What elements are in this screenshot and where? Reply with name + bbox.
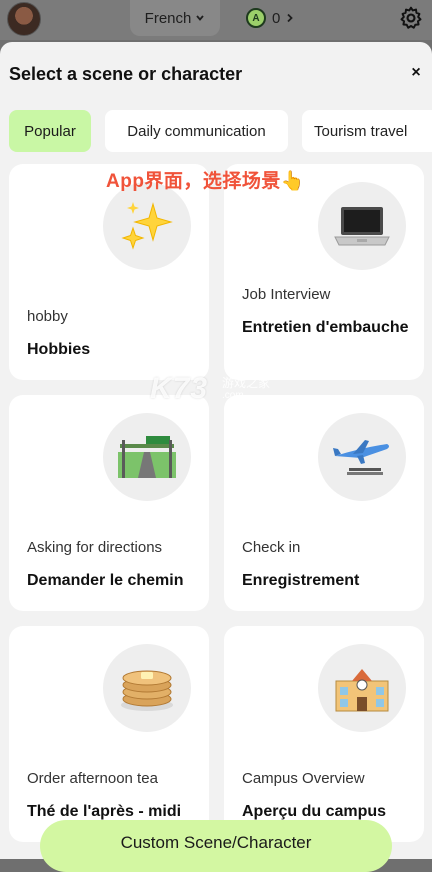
watermark-url: .com [222,390,244,401]
scene-card-job-interview[interactable]: Job Interview Entretien d'embauche [224,164,424,380]
card-subtitle: hobby [27,308,68,325]
laptop-icon [318,182,406,270]
scene-picker-sheet: Select a scene or character × Popular Da… [0,42,432,859]
user-avatar[interactable] [7,2,41,36]
app-top-bar: French A 0 [0,0,432,40]
card-title: Enregistrement [242,572,360,589]
scene-card-afternoon-tea[interactable]: Order afternoon tea Thé de l'après - mid… [9,626,209,842]
card-subtitle: Job Interview [242,286,331,303]
scene-card-hobbies[interactable]: hobby Hobbies [9,164,209,380]
tab-popular[interactable]: Popular [9,110,91,152]
chevron-right-icon [287,13,294,23]
road-sign-icon [103,413,191,501]
airplane-icon [318,413,406,501]
chevron-down-icon [196,15,205,21]
tab-tourism-travel[interactable]: Tourism travel [302,110,432,152]
scene-card-campus[interactable]: Campus Overview Aperçu du campus [224,626,424,842]
language-selector[interactable]: French [130,0,220,36]
school-building-icon [318,644,406,732]
pancakes-icon [103,644,191,732]
category-tabs: Popular Daily communication Tourism trav… [9,110,432,152]
close-button[interactable]: × [408,64,424,82]
language-label: French [144,9,192,27]
coin-balance[interactable]: A 0 [246,8,294,28]
watermark-subtitle: 游戏之家 [222,376,271,390]
overlay-caption: App界面，选择场景👆 [106,171,306,192]
scene-card-check-in[interactable]: Check in Enregistrement [224,395,424,611]
tab-daily-communication[interactable]: Daily communication [105,110,288,152]
custom-scene-button[interactable]: Custom Scene/Character [40,820,392,872]
card-subtitle: Check in [242,539,301,556]
sheet-title: Select a scene or character [9,64,243,84]
gear-icon[interactable] [398,5,424,31]
card-subtitle: Asking for directions [27,539,163,556]
watermark-logo: K73 [150,372,209,405]
scene-card-directions[interactable]: Asking for directions Demander le chemin [9,395,209,611]
card-subtitle: Campus Overview [242,770,365,787]
card-title: Hobbies [27,341,91,358]
sparkles-icon [103,182,191,270]
coin-icon: A [246,8,266,28]
card-subtitle: Order afternoon tea [27,770,158,787]
card-title: Demander le chemin [27,572,184,589]
card-title: Entretien d'embauche [242,319,409,336]
coin-count: 0 [272,9,281,27]
